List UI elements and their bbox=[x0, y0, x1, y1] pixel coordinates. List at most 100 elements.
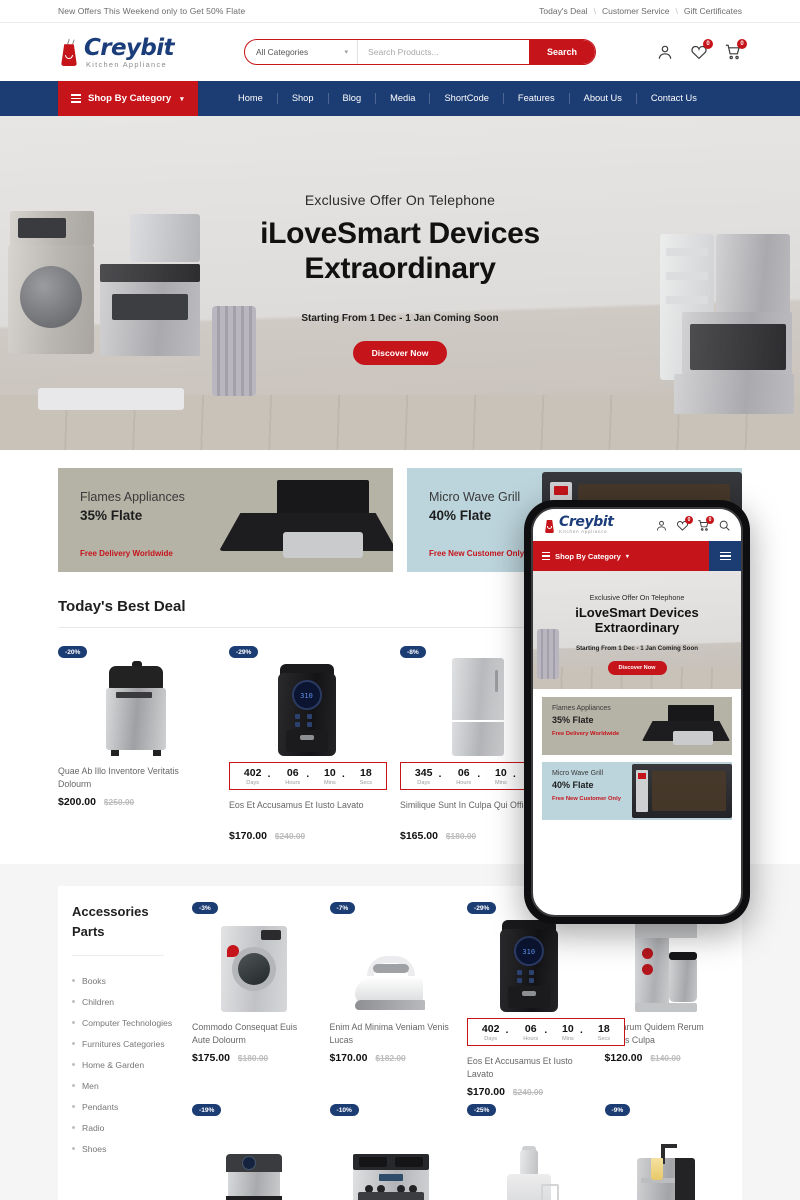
nav-item-about-us[interactable]: About Us bbox=[568, 93, 636, 104]
phone-promo-micro-wave-grill[interactable]: Micro Wave Grill 40% Flate Free New Cust… bbox=[542, 762, 732, 820]
bullet-icon bbox=[72, 1063, 75, 1066]
top-bar: New Offers This Weekend only to Get 50% … bbox=[0, 0, 800, 23]
search-input[interactable] bbox=[358, 40, 529, 64]
countdown-days-value: 402 bbox=[243, 767, 262, 779]
search-button[interactable]: Search bbox=[529, 40, 595, 64]
promo-banner-flames-appliances[interactable]: Flames Appliances 35% Flate Free Deliver… bbox=[58, 468, 393, 572]
bullet-icon bbox=[72, 979, 75, 982]
hero-discover-now-button[interactable]: Discover Now bbox=[352, 340, 448, 365]
topbar-link-todays-deal[interactable]: Today's Deal bbox=[539, 6, 587, 16]
cart-icon[interactable]: 0 bbox=[724, 39, 747, 61]
product-price-row: $170.00 $240.00 bbox=[229, 830, 384, 842]
cart-icon[interactable]: 0 bbox=[697, 515, 714, 532]
search-icon[interactable] bbox=[718, 519, 731, 532]
sidebar-item-children[interactable]: Children bbox=[72, 991, 178, 1012]
wishlist-count-badge: 0 bbox=[703, 39, 713, 49]
topbar-separator: \ bbox=[675, 6, 678, 16]
hero-eyebrow: Exclusive Offer On Telephone bbox=[304, 192, 496, 208]
account-icon[interactable] bbox=[655, 519, 668, 532]
juicer-image bbox=[503, 1146, 559, 1200]
countdown-hours-label: Hours bbox=[523, 1036, 539, 1042]
nav-item-shop[interactable]: Shop bbox=[276, 93, 328, 104]
countdown-dot: . bbox=[438, 769, 442, 780]
category-sidebar: Accessories Parts Books Children Compute… bbox=[58, 886, 178, 1200]
sidebar-item-books[interactable]: Books bbox=[72, 970, 178, 991]
product-card[interactable]: -10% bbox=[329, 1102, 468, 1200]
product-old-price: $250.00 bbox=[103, 797, 135, 807]
countdown-hours-value: 06 bbox=[457, 767, 470, 779]
phone-discover-now-button[interactable]: Discover Now bbox=[607, 660, 667, 675]
nav-item-shortcode[interactable]: ShortCode bbox=[429, 93, 502, 104]
product-price: $175.00 bbox=[192, 1052, 230, 1064]
bullet-icon bbox=[72, 1084, 75, 1087]
product-image: -7% bbox=[329, 900, 454, 1012]
nav-links: Home Shop Blog Media ShortCode Features … bbox=[198, 81, 711, 116]
site-header: Creybit Kitchen Appliance All Categories… bbox=[0, 23, 800, 81]
product-card[interactable]: -3% Commodo Consequat Euis Aute Dolourm … bbox=[192, 900, 330, 1098]
nav-item-blog[interactable]: Blog bbox=[327, 93, 376, 104]
sidebar-item-shoes[interactable]: Shoes bbox=[72, 1138, 178, 1159]
wishlist-icon[interactable]: 0 bbox=[690, 39, 713, 61]
discount-badge: -29% bbox=[229, 646, 259, 658]
product-name: Eos Et Accusamus Et Iusto Lavato bbox=[229, 800, 364, 810]
discount-badge: -29% bbox=[467, 902, 497, 914]
phone-menu-button[interactable] bbox=[709, 541, 741, 571]
sidebar-item-label: Men bbox=[82, 1080, 99, 1091]
sidebar-item-label: Children bbox=[82, 996, 115, 1007]
product-price: $120.00 bbox=[604, 1052, 643, 1064]
phone-hero-subtitle: Starting From 1 Dec - 1 Jan Coming Soon bbox=[575, 644, 699, 652]
sidebar-item-furnitures-categories[interactable]: Furnitures Categories bbox=[72, 1033, 178, 1054]
countdown-secs: 18 Secs bbox=[360, 767, 372, 786]
product-old-price: $182.00 bbox=[375, 1053, 406, 1063]
beer-dispenser-image bbox=[637, 1144, 696, 1200]
air-fryer-image: 310 bbox=[499, 920, 558, 1012]
sidebar-item-pendants[interactable]: Pendants bbox=[72, 1096, 178, 1117]
phone-header: Creybit Kitchen Appliance 0 0 bbox=[533, 509, 741, 541]
countdown-hours: 06 Hours . bbox=[285, 767, 309, 786]
nav-item-contact-us[interactable]: Contact Us bbox=[635, 93, 711, 104]
wishlist-icon[interactable]: 0 bbox=[676, 515, 693, 532]
product-price: $170.00 bbox=[467, 1086, 505, 1098]
topbar-link-gift-certificates[interactable]: Gift Certificates bbox=[684, 6, 742, 16]
countdown-timer: 402 Days . 06 Hours . 10 Mins . 18 Secs bbox=[467, 1018, 625, 1046]
countdown-dot: . bbox=[505, 1025, 509, 1036]
nav-item-home[interactable]: Home bbox=[224, 93, 277, 104]
product-price-row: $120.00 $140.00 bbox=[605, 1052, 729, 1064]
sidebar-item-label: Books bbox=[82, 975, 106, 986]
nav-item-features[interactable]: Features bbox=[502, 93, 569, 104]
phone-hero-title-line2: Extraordinary bbox=[594, 619, 680, 635]
shop-by-category-button[interactable]: Shop By Category ▾ bbox=[58, 81, 198, 116]
nav-item-media[interactable]: Media bbox=[375, 93, 429, 104]
countdown-mins: 10 Mins . bbox=[495, 767, 516, 786]
sidebar-item-home-garden[interactable]: Home & Garden bbox=[72, 1054, 178, 1075]
clothes-iron-image bbox=[355, 954, 427, 1012]
bullet-icon bbox=[72, 1105, 75, 1108]
account-icon[interactable] bbox=[656, 43, 674, 61]
phone-hero-banner: Exclusive Offer On Telephone iLoveSmart … bbox=[533, 571, 741, 689]
topbar-link-customer-service[interactable]: Customer Service bbox=[602, 6, 670, 16]
product-card[interactable]: -29% 310 402 Days . 06 Hours . 10 Mins .… bbox=[467, 900, 625, 1098]
phone-hero-title: iLoveSmart Devices Extraordinary bbox=[533, 605, 741, 636]
product-card[interactable]: -19% bbox=[192, 1102, 330, 1200]
product-old-price: $180.00 bbox=[445, 831, 477, 841]
product-card[interactable]: -14% Et Harum Quidem Rerum Facilis Culpa… bbox=[604, 900, 743, 1098]
site-logo[interactable]: Creybit Kitchen Appliance bbox=[58, 35, 238, 69]
sidebar-item-radio[interactable]: Radio bbox=[72, 1117, 178, 1138]
product-card[interactable]: -25% bbox=[467, 1102, 605, 1200]
category-select[interactable]: All Categories ▾ bbox=[245, 40, 358, 64]
topbar-separator: \ bbox=[593, 6, 596, 16]
discount-badge: -25% bbox=[467, 1104, 497, 1116]
sidebar-item-label: Home & Garden bbox=[82, 1059, 145, 1070]
countdown-dot: . bbox=[513, 769, 516, 780]
phone-promo-flames-appliances[interactable]: Flames Appliances 35% Flate Free Deliver… bbox=[542, 697, 732, 755]
phone-shop-by-category-button[interactable]: Shop By Category ▾ bbox=[533, 541, 709, 571]
product-card[interactable]: -20% Quae Ab Illo Inventore Veritatis Do… bbox=[58, 644, 229, 842]
product-card[interactable]: -9% bbox=[604, 1102, 743, 1200]
sidebar-item-computer-technologies[interactable]: Computer Technologies bbox=[72, 1012, 178, 1033]
hero-subtitle: Starting From 1 Dec - 1 Jan Coming Soon bbox=[301, 312, 499, 324]
product-card[interactable]: -29% 310 402 Days . 06 Hours . 10 Mins .… bbox=[229, 644, 400, 842]
sidebar-item-men[interactable]: Men bbox=[72, 1075, 178, 1096]
product-card[interactable]: -7% Enim Ad Minima Veniam Venis Lucas $1… bbox=[329, 900, 468, 1098]
countdown-days-label: Days bbox=[246, 780, 260, 786]
search-bar: All Categories ▾ Search bbox=[244, 39, 596, 65]
